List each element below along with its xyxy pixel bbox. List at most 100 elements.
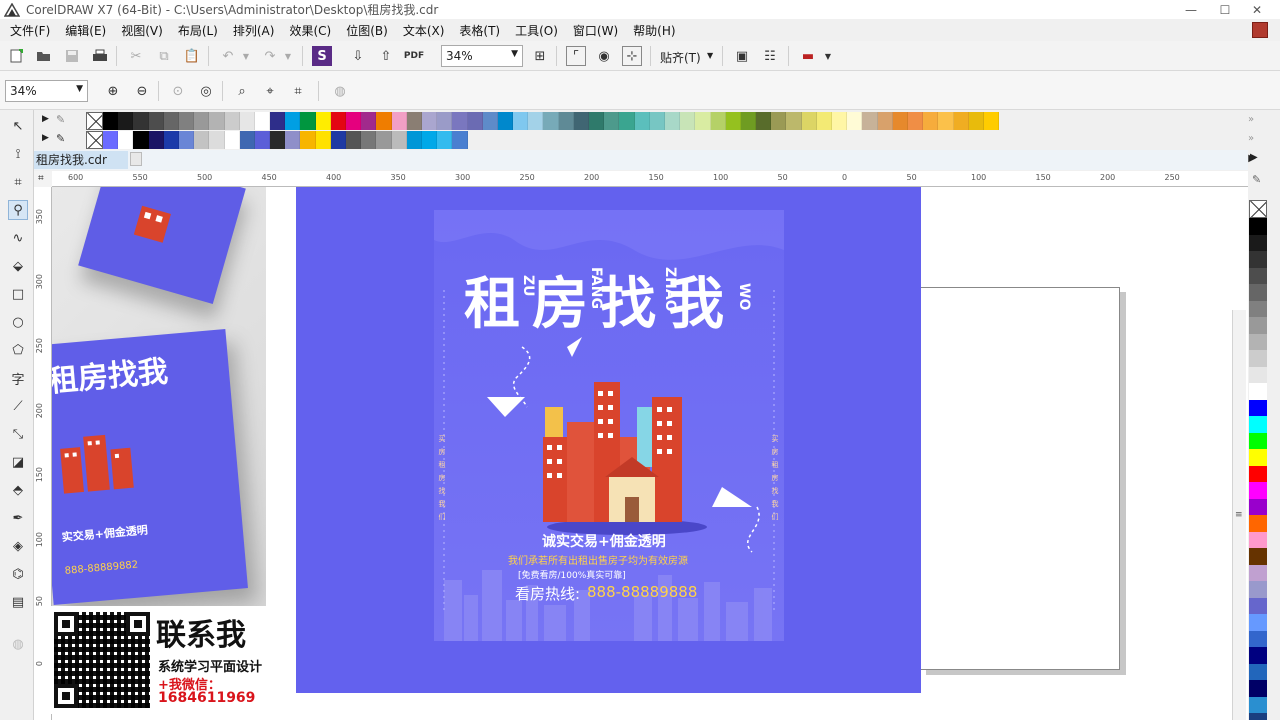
save-icon[interactable] xyxy=(62,46,82,66)
zoom-to-page-width-icon[interactable]: ⌖ xyxy=(260,81,280,101)
color-swatch[interactable] xyxy=(832,112,848,130)
outline-tool-icon[interactable]: ▤ xyxy=(8,592,28,612)
color-swatch[interactable] xyxy=(558,112,574,130)
color-swatch[interactable] xyxy=(437,112,453,130)
color-eyedropper-tool-icon[interactable]: ✒ xyxy=(8,508,28,528)
color-swatch[interactable] xyxy=(330,112,346,130)
color-swatch[interactable] xyxy=(1249,383,1267,400)
color-swatch[interactable] xyxy=(513,112,529,130)
ruler-pin-icon[interactable]: ✎ xyxy=(1252,173,1261,186)
color-swatch[interactable] xyxy=(361,131,377,149)
color-swatch[interactable] xyxy=(604,112,620,130)
menu-item[interactable]: 视图(V) xyxy=(121,22,163,39)
open-folder-icon[interactable] xyxy=(34,46,54,66)
zoom-out-icon[interactable]: ⊖ xyxy=(132,81,152,101)
color-swatch[interactable] xyxy=(892,112,908,130)
publish-pdf-icon[interactable]: PDF xyxy=(404,46,424,66)
maximize-button[interactable]: ☐ xyxy=(1210,0,1240,19)
menu-item[interactable]: 窗口(W) xyxy=(573,22,618,39)
color-swatch[interactable] xyxy=(1249,267,1267,284)
color-swatch[interactable] xyxy=(209,131,225,149)
eyedropper-icon[interactable]: ✎ xyxy=(56,113,65,126)
color-swatch[interactable] xyxy=(452,131,468,149)
color-swatch[interactable] xyxy=(1249,630,1267,647)
color-swatch[interactable] xyxy=(209,112,225,130)
paste-icon[interactable]: 📋 xyxy=(182,46,202,66)
welcome-screen-icon[interactable]: ▣ xyxy=(732,46,752,66)
parallel-dimension-tool-icon[interactable]: ⟋ xyxy=(8,396,28,416)
scrollbar-thumb-grip[interactable]: ≡ xyxy=(1235,510,1243,520)
color-swatch[interactable] xyxy=(1249,465,1267,482)
color-swatch[interactable] xyxy=(391,131,407,149)
text-tool-icon[interactable]: 字 xyxy=(8,368,28,388)
minimize-button[interactable]: — xyxy=(1176,0,1206,19)
color-swatch[interactable] xyxy=(406,112,422,130)
menu-item[interactable]: 编辑(E) xyxy=(65,22,106,39)
color-swatch[interactable] xyxy=(224,131,240,149)
color-swatch[interactable] xyxy=(695,112,711,130)
menu-item[interactable]: 效果(C) xyxy=(289,22,331,39)
color-swatch[interactable] xyxy=(497,112,514,130)
color-swatch[interactable] xyxy=(103,112,119,130)
color-swatch[interactable] xyxy=(346,131,362,149)
color-swatch[interactable] xyxy=(543,112,559,130)
color-swatch[interactable] xyxy=(103,131,119,149)
color-swatch[interactable] xyxy=(300,112,316,130)
color-swatch[interactable] xyxy=(194,131,210,149)
color-swatch[interactable] xyxy=(285,112,301,130)
import-icon[interactable]: ⇩ xyxy=(348,46,368,66)
color-swatch[interactable] xyxy=(194,112,210,130)
new-tab-icon[interactable] xyxy=(130,152,142,166)
menu-item[interactable]: 排列(A) xyxy=(233,22,275,39)
color-swatch[interactable] xyxy=(482,112,498,130)
color-swatch[interactable] xyxy=(1249,333,1267,350)
color-swatch[interactable] xyxy=(1249,680,1267,697)
zoom-to-page-icon[interactable]: ⌕ xyxy=(232,81,252,101)
color-swatch[interactable] xyxy=(330,131,346,149)
color-swatch[interactable] xyxy=(376,112,392,130)
pan-tool-icon[interactable]: ◍ xyxy=(330,81,350,101)
copy-icon[interactable]: ⧉ xyxy=(154,46,174,66)
color-swatch[interactable] xyxy=(118,112,134,130)
palette-scroll-icon-2[interactable]: » xyxy=(1248,133,1254,144)
snap-to-menu[interactable]: 贴齐(T) xyxy=(660,49,701,66)
cut-icon[interactable]: ✂ xyxy=(126,46,146,66)
menu-item[interactable]: 表格(T) xyxy=(459,22,500,39)
color-swatch[interactable] xyxy=(1249,317,1267,334)
color-swatch[interactable] xyxy=(1249,350,1267,367)
color-swatch[interactable] xyxy=(786,112,802,130)
color-swatch[interactable] xyxy=(1249,663,1267,680)
color-swatch[interactable] xyxy=(178,112,195,130)
search-content-icon[interactable]: S xyxy=(312,46,332,66)
color-swatch[interactable] xyxy=(148,131,164,149)
color-swatch[interactable] xyxy=(877,112,893,130)
color-swatch[interactable] xyxy=(938,112,954,130)
color-swatch[interactable] xyxy=(862,112,878,130)
drop-shadow-tool-icon[interactable]: ◪ xyxy=(8,452,28,472)
color-swatch[interactable] xyxy=(1249,284,1267,301)
menu-item[interactable]: 布局(L) xyxy=(178,22,218,39)
color-swatch[interactable] xyxy=(133,112,149,130)
color-swatch[interactable] xyxy=(467,112,483,130)
color-swatch[interactable] xyxy=(664,112,681,130)
snap-chevron-down-icon[interactable]: ▼ xyxy=(707,51,713,60)
palette-expand-arrow-icon[interactable]: ▶ xyxy=(42,114,49,124)
color-swatch[interactable] xyxy=(1249,647,1267,664)
color-swatch[interactable] xyxy=(452,112,468,130)
color-swatch[interactable] xyxy=(968,112,984,130)
options-icon[interactable]: ☷ xyxy=(760,46,780,66)
color-swatch[interactable] xyxy=(315,131,331,149)
color-swatch[interactable] xyxy=(1249,399,1267,416)
color-swatch[interactable] xyxy=(239,112,255,130)
color-swatch[interactable] xyxy=(1249,300,1267,317)
redo-dropdown-icon[interactable]: ▼ xyxy=(278,46,298,66)
color-swatch[interactable] xyxy=(680,112,696,130)
no-color-swatch[interactable] xyxy=(86,131,103,149)
color-swatch[interactable] xyxy=(1249,482,1267,499)
export-icon[interactable]: ⇧ xyxy=(376,46,396,66)
color-swatch[interactable] xyxy=(163,131,179,149)
new-document-icon[interactable] xyxy=(6,46,26,66)
color-swatch[interactable] xyxy=(710,112,726,130)
eyedropper-icon-2[interactable]: ✎ xyxy=(56,132,65,145)
show-grid-icon[interactable]: ◉ xyxy=(594,46,614,66)
